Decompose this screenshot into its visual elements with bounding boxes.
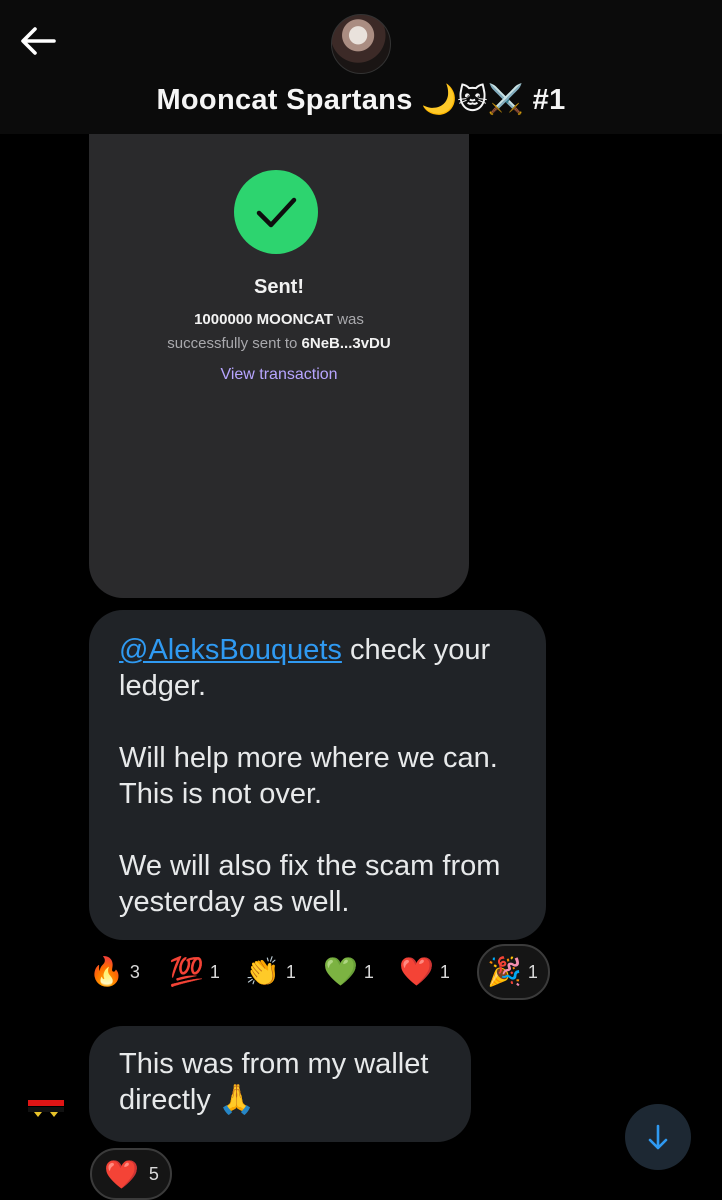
reaction-count: 1 — [209, 961, 220, 982]
reaction-count: 1 — [527, 961, 538, 982]
fire-icon: 🔥 — [89, 956, 124, 987]
transaction-receipt-image[interactable]: Sent! 1000000 MOONCAT was successfully s… — [89, 134, 469, 598]
mention-link[interactable]: @AleksBouquets — [119, 634, 342, 666]
scroll-to-bottom-button[interactable] — [625, 1104, 691, 1170]
message-line: ledger. — [119, 670, 207, 702]
reaction-count: 1 — [363, 961, 374, 982]
sent-was: was — [337, 311, 364, 328]
message-line: This is not over. — [119, 778, 323, 810]
message-bubble[interactable]: This was from my wallet directly 🙏 — [89, 1026, 471, 1142]
sent-amount: 1000000 MOONCAT — [194, 311, 334, 328]
message-line: This was from my wallet — [119, 1048, 429, 1080]
chat-header: Mooncat Spartans 🌙🐱⚔️ #1 — [0, 0, 722, 134]
reaction-party[interactable]: 🎉 1 — [477, 944, 550, 1000]
success-check-circle — [234, 170, 318, 254]
message-line: Will help more where we can. — [119, 742, 498, 774]
sent-address: 6NeB...3vDU — [301, 335, 391, 352]
message-bubble[interactable]: @AleksBouquets check your ledger. Will h… — [89, 610, 546, 940]
group-avatar[interactable] — [331, 14, 391, 74]
reaction-count: 3 — [129, 961, 140, 982]
message-text: @AleksBouquets check your ledger. Will h… — [119, 632, 529, 920]
party-popper-icon: 🎉 — [487, 956, 522, 987]
reaction-count: 5 — [148, 1163, 159, 1184]
sent-title: Sent! — [254, 276, 304, 298]
message-line: yesterday as well. — [119, 886, 350, 918]
reaction-red-heart[interactable]: ❤️ 1 — [399, 944, 450, 1000]
reaction-green-heart[interactable]: 💚 1 — [323, 944, 374, 1000]
arrow-left-icon[interactable] — [18, 24, 58, 58]
hundred-icon: 💯 — [169, 956, 204, 987]
reaction-red-heart[interactable]: ❤️ 5 — [90, 1148, 172, 1200]
message-line: directly 🙏 — [119, 1084, 256, 1116]
message-line: We will also fix the scam from — [119, 850, 501, 882]
view-transaction-link[interactable]: View transaction — [89, 366, 469, 384]
clap-icon: 👏 — [245, 956, 280, 987]
sender-avatar[interactable] — [28, 1098, 64, 1120]
reaction-count: 1 — [439, 961, 450, 982]
chat-title[interactable]: Mooncat Spartans 🌙🐱⚔️ #1 — [0, 82, 722, 117]
reaction-100[interactable]: 💯 1 — [169, 944, 220, 1000]
reaction-clap[interactable]: 👏 1 — [245, 944, 296, 1000]
sent-description: 1000000 MOONCAT was successfully sent to… — [89, 308, 469, 356]
message-text: This was from my wallet directly 🙏 — [119, 1046, 459, 1118]
red-heart-icon: ❤️ — [399, 956, 434, 987]
red-heart-icon: ❤️ — [104, 1158, 139, 1190]
message-line: check your — [341, 634, 491, 666]
reaction-fire[interactable]: 🔥 3 — [89, 944, 140, 1000]
sent-prefix: successfully sent to — [167, 335, 298, 352]
reaction-bar: 🔥 3 💯 1 👏 1 💚 1 ❤️ 1 🎉 1 — [89, 944, 559, 1000]
green-heart-icon: 💚 — [323, 956, 358, 987]
reaction-count: 1 — [285, 961, 296, 982]
checkmark-icon — [256, 197, 297, 228]
arrow-down-icon — [648, 1124, 668, 1150]
